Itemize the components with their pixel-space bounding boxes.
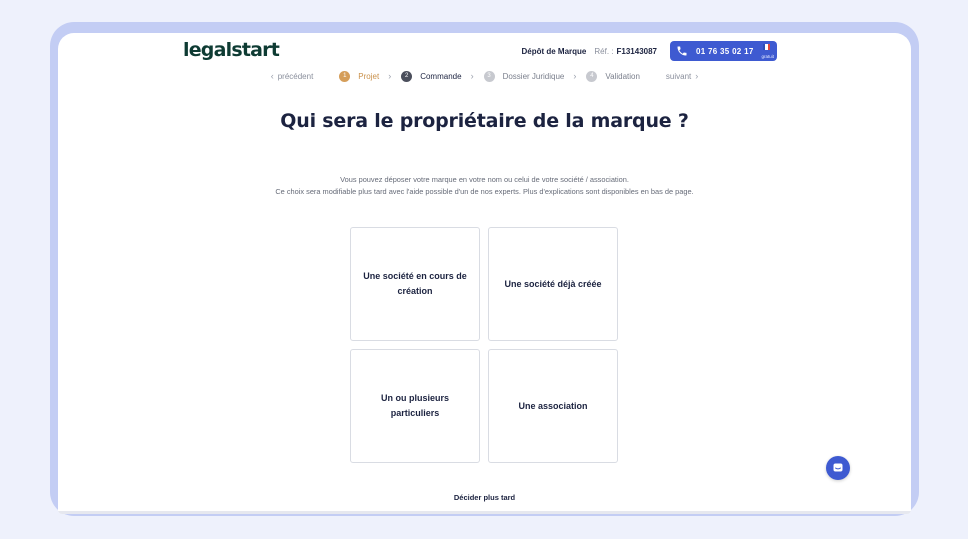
option-association[interactable]: Une association (488, 349, 618, 463)
chevron-right-icon: › (573, 71, 577, 81)
progress-stepper: ‹ précédent 1 Projet › 2 Commande › 3 Do… (58, 69, 911, 83)
reference-label: Réf. : (594, 46, 614, 56)
step-label: Projet (358, 71, 380, 81)
owner-options: Une société en cours de création Une soc… (350, 227, 618, 463)
option-societe-creee[interactable]: Une société déjà créée (488, 227, 618, 341)
device-frame: legalstart Dépôt de Marque Réf. : F13143… (50, 22, 919, 516)
step-commande[interactable]: 2 Commande › (401, 70, 474, 82)
step-number-badge: 3 (483, 70, 495, 82)
chevron-right-icon: › (695, 71, 699, 81)
next-link[interactable]: suivant › (666, 71, 702, 81)
phone-number: 01 76 35 02 17 (696, 46, 754, 56)
intro-text: Vous pouvez déposer votre marque en votr… (258, 174, 711, 198)
step-validation[interactable]: 4 Validation (586, 70, 640, 82)
step-projet[interactable]: 1 Projet › (339, 70, 392, 82)
step-number-badge: 1 (339, 70, 351, 82)
step-label: Validation (605, 71, 640, 81)
chat-button[interactable] (826, 456, 850, 480)
step-number-badge: 4 (586, 70, 598, 82)
option-particuliers[interactable]: Un ou plusieurs particuliers (350, 349, 480, 463)
intro-line: Ce choix sera modifiable plus tard avec … (275, 187, 694, 196)
phone-button[interactable]: 01 76 35 02 17 gratuit (670, 41, 777, 61)
option-societe-en-creation[interactable]: Une société en cours de création (350, 227, 480, 341)
header-info: Dépôt de Marque Réf. : F13143087 01 76 3… (521, 41, 777, 61)
step-label: Dossier Juridique (502, 71, 565, 81)
step-number-badge: 2 (401, 70, 413, 82)
next-label: suivant (665, 71, 692, 81)
phone-icon (677, 46, 687, 56)
decide-later-link[interactable]: Décider plus tard (58, 493, 911, 502)
phone-free-note: gratuit (761, 54, 774, 59)
french-flag-icon (763, 44, 770, 50)
chevron-right-icon: › (388, 71, 392, 81)
chat-icon (833, 463, 843, 472)
chevron-left-icon: ‹ (270, 71, 274, 81)
step-label: Commande (420, 71, 462, 81)
legalstart-logo[interactable]: legalstart (183, 39, 280, 61)
app-screen: legalstart Dépôt de Marque Réf. : F13143… (58, 33, 911, 514)
previous-label: précédent (277, 71, 314, 81)
page-title: Qui sera le propriétaire de la marque ? (280, 110, 689, 132)
chevron-right-icon: › (470, 71, 474, 81)
process-title: Dépôt de Marque (521, 46, 587, 56)
reference-number: F13143087 (616, 46, 657, 56)
intro-line: Vous pouvez déposer votre marque en votr… (340, 175, 629, 184)
screen-divider (58, 511, 911, 514)
previous-link[interactable]: ‹ précédent (267, 71, 314, 81)
step-dossier-juridique[interactable]: 3 Dossier Juridique › (483, 70, 577, 82)
